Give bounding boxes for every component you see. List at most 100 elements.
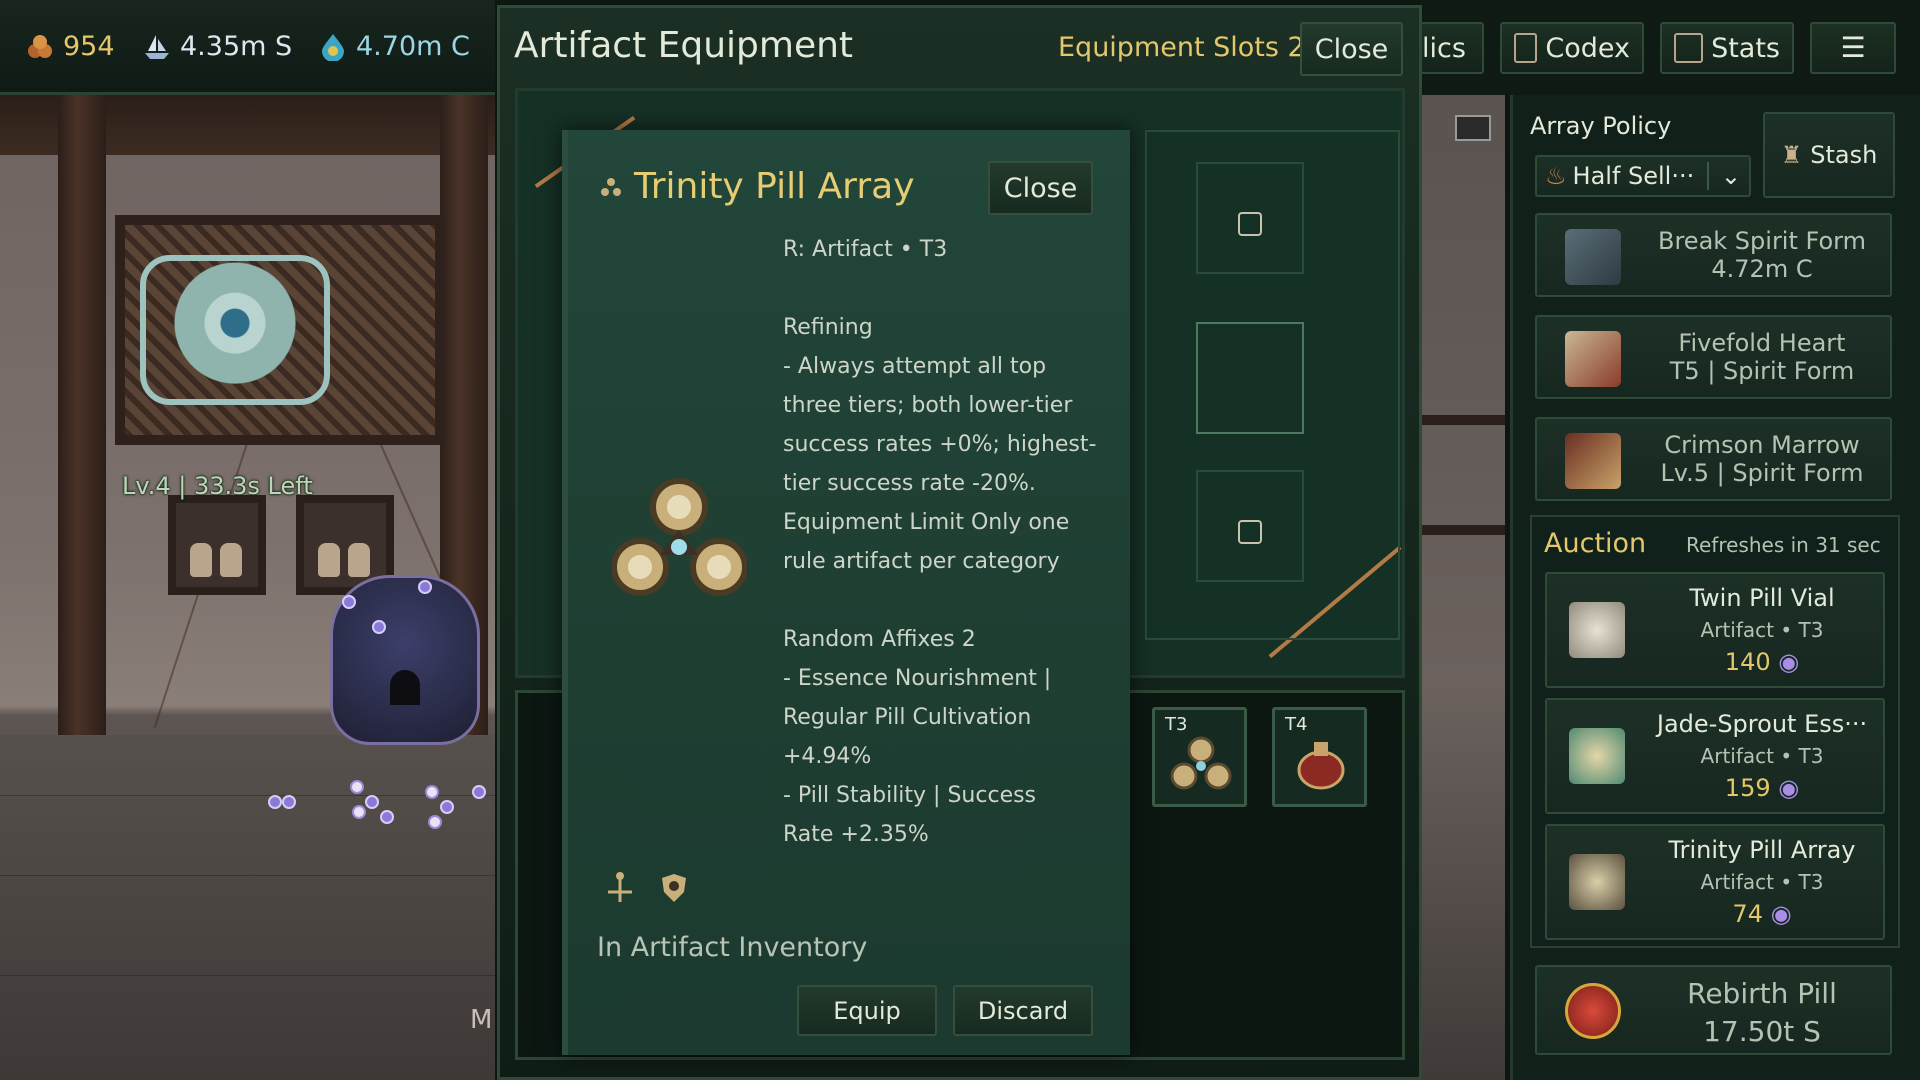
spirit-coin[interactable] [365, 795, 379, 809]
tooltip-title: Trinity Pill Array [634, 166, 915, 207]
auction-item-type: Artifact • T3 [1700, 618, 1824, 642]
form-card-break-spirit[interactable]: Break Spirit Form 4.72m C [1535, 213, 1892, 297]
spirit-coin[interactable] [428, 815, 442, 829]
rebirth-pill-card[interactable]: Rebirth Pill 17.50t S [1535, 965, 1892, 1055]
auction-item[interactable]: Jade-Sprout Ess··· Artifact • T3 159 ◉ [1545, 698, 1885, 814]
rebirth-name: Rebirth Pill [1687, 977, 1837, 1010]
tooltip-close-button[interactable]: Close [988, 161, 1093, 215]
stash-label: Stash [1810, 141, 1878, 169]
spirit-coin[interactable] [425, 785, 439, 799]
policy-flame-icon: ♨ [1545, 162, 1567, 190]
form-card-fivefold-heart[interactable]: Fivefold Heart T5 | Spirit Form [1535, 315, 1892, 399]
trinity-pill-array-icon [612, 478, 747, 596]
equipment-slots-label: Equipment Slots 2 [1058, 32, 1305, 63]
resource-value: 954 [63, 30, 115, 62]
trinity-small-icon [601, 178, 621, 196]
auction-item-price: 159 ◉ [1724, 774, 1800, 802]
lock-icon [1238, 212, 1262, 236]
auction-item-price: 74 ◉ [1732, 900, 1792, 928]
crimson-marrow-icon [1565, 433, 1621, 489]
spirit-coin[interactable] [440, 800, 454, 814]
tooltip-line: three tiers; both lower-tier [783, 393, 1073, 418]
form-card-crimson-marrow[interactable]: Crimson Marrow Lv.5 | Spirit Form [1535, 417, 1892, 501]
spirit-coin[interactable] [268, 795, 282, 809]
rebirth-value: 17.50t S [1703, 1015, 1821, 1048]
chevron-down-icon: ⌄ [1706, 162, 1741, 190]
resource-cultivation: 4.70m C [318, 22, 470, 70]
stats-button[interactable]: Stats [1660, 22, 1794, 74]
tooltip-line: Regular Pill Cultivation [783, 705, 1032, 730]
ship-icon [145, 35, 169, 59]
auction-item-name: Twin Pill Vial [1689, 584, 1835, 612]
form-detail: Lv.5 | Spirit Form [1660, 459, 1864, 487]
auction-title: Auction [1544, 528, 1647, 559]
tooltip-line: Equipment Limit Only one [783, 510, 1070, 535]
tooltip-line: success rates +0%; highest- [783, 432, 1097, 457]
tooltip-line: rule artifact per category [783, 549, 1060, 574]
inventory-slot[interactable]: T3 [1152, 707, 1247, 807]
policy-dropdown[interactable]: ♨ Half Sell··· ⌄ [1535, 155, 1751, 197]
locked-slot[interactable] [1196, 470, 1304, 582]
tooltip-line: - Pill Stability | Success [783, 783, 1037, 808]
relics-button[interactable]: lics [1412, 22, 1484, 74]
item-location: In Artifact Inventory [597, 932, 868, 963]
tooltip-line: R: Artifact • T3 [783, 237, 948, 262]
water-drop-icon [322, 34, 344, 61]
wooden-pillar [58, 95, 106, 735]
empty-slot[interactable] [1196, 322, 1304, 434]
auction-item-name: Jade-Sprout Ess··· [1656, 710, 1868, 738]
spirit-coin-icon: ◉ [1778, 774, 1800, 802]
resource-value: 4.35m S [180, 30, 293, 62]
spirit-coin[interactable] [350, 780, 364, 794]
trinity-pill-array-icon [1569, 854, 1625, 910]
resource-silver: 4.35m S [142, 22, 292, 70]
scene-edge-text: M [470, 1005, 493, 1035]
stash-button[interactable]: ♜ Stash [1763, 112, 1895, 198]
tooltip-line: - Essence Nourishment | [783, 666, 1052, 691]
resource-value: 4.70m C [356, 30, 470, 62]
spirit-coin[interactable] [472, 785, 486, 799]
spirit-coin[interactable] [372, 620, 386, 634]
shield-tag-icon [662, 874, 686, 902]
tooltip-line: tier success rate -20%. [783, 471, 1036, 496]
spirit-coin-icon: ◉ [1770, 900, 1792, 928]
tooltip-line: +4.94% [783, 744, 872, 769]
inventory-slot[interactable]: T4 [1272, 707, 1367, 807]
cauldron-mouth [390, 670, 420, 705]
scene-right-strip [1420, 95, 1505, 1080]
spirit-coin[interactable] [380, 810, 394, 824]
equip-button[interactable]: Equip [797, 985, 937, 1036]
break-spirit-icon [1565, 229, 1621, 285]
auction-refresh-timer: Refreshes in 31 sec [1686, 533, 1881, 557]
spirit-coin-icon: ◉ [1778, 648, 1800, 676]
tooltip-line: - Always attempt all top [783, 354, 1047, 379]
gallery-icon[interactable] [1455, 115, 1491, 141]
spirit-coin[interactable] [352, 805, 366, 819]
spirit-coin[interactable] [418, 580, 432, 594]
auction-item-type: Artifact • T3 [1700, 870, 1824, 894]
auction-item[interactable]: Trinity Pill Array Artifact • T3 74 ◉ [1545, 824, 1885, 940]
window-close-button[interactable]: Close [1300, 22, 1403, 76]
tooltip-line: Rate +2.35% [783, 822, 929, 847]
discard-button[interactable]: Discard [953, 985, 1093, 1036]
auction-item[interactable]: Twin Pill Vial Artifact • T3 140 ◉ [1545, 572, 1885, 688]
tooltip-line [783, 269, 1113, 308]
codex-icon [1514, 33, 1538, 63]
form-detail: T5 | Spirit Form [1669, 357, 1855, 385]
spirit-coin[interactable] [342, 595, 356, 609]
relics-label: lics [1422, 32, 1466, 64]
menu-icon: ☰ [1840, 31, 1866, 64]
jade-sprout-icon [1569, 728, 1625, 784]
spirit-coin[interactable] [282, 795, 296, 809]
tooltip-description: R: Artifact • T3 Refining - Always attem… [783, 230, 1113, 854]
codex-label: Codex [1545, 32, 1630, 64]
trinity-pill-array-icon [1170, 736, 1232, 790]
wall-niche [168, 495, 266, 595]
codex-button[interactable]: Codex [1500, 22, 1644, 74]
menu-button[interactable]: ☰ [1810, 22, 1896, 74]
tooltip-line: Random Affixes 2 [783, 627, 976, 652]
anchor-tag-icon [608, 872, 632, 902]
locked-slot[interactable] [1196, 162, 1304, 274]
stats-label: Stats [1711, 32, 1780, 64]
auction-item-price: 140 ◉ [1724, 648, 1800, 676]
